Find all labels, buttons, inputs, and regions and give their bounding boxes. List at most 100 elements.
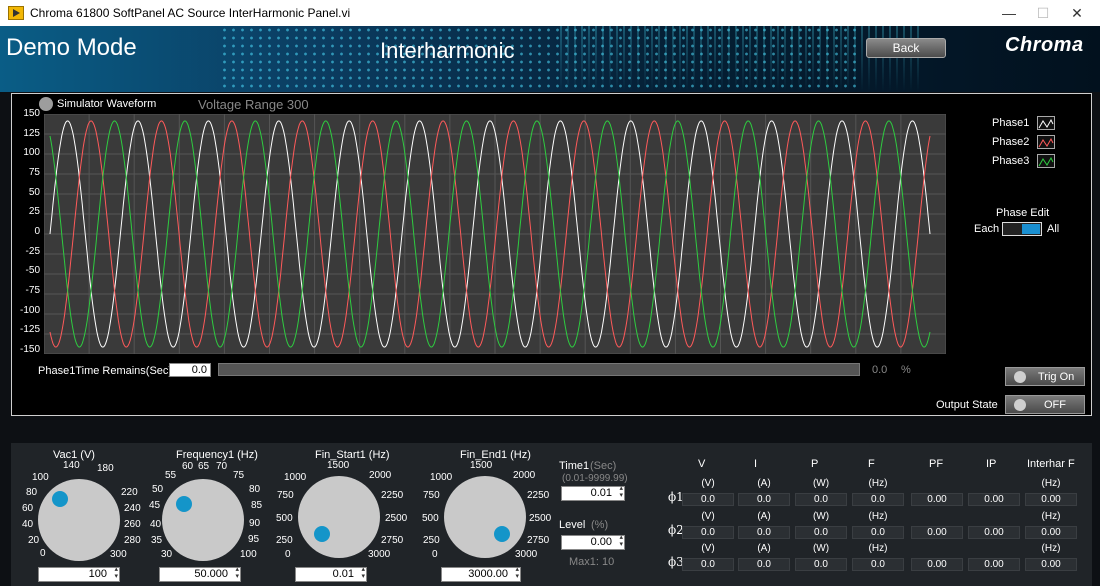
knob-scale-label: 55 — [165, 470, 177, 481]
level-unit: (%) — [591, 519, 609, 531]
knob-scale-label: 20 — [28, 535, 40, 546]
legend-swatch-phase2[interactable] — [1037, 135, 1055, 149]
back-button[interactable]: Back — [866, 38, 946, 58]
knob-scale-label: 80 — [249, 484, 261, 495]
output-led — [1014, 399, 1026, 411]
y-tick-label: 0 — [34, 226, 40, 237]
knob-scale-label: 2000 — [513, 470, 536, 481]
time-remains-progress-bar — [218, 363, 860, 376]
meas-header: F — [868, 458, 875, 470]
knob-scale-label: 300 — [110, 549, 127, 560]
output-state-value: OFF — [1044, 399, 1066, 411]
fin-start-numeric-input[interactable]: 0.01 — [295, 566, 367, 582]
time-remains-value: 0.0 — [169, 363, 211, 377]
time1-label: Time1 — [559, 460, 590, 472]
meas-value: 0.0 — [738, 558, 790, 571]
knob-scale-label: 60 — [22, 503, 34, 514]
frequency-numeric-input[interactable]: 50.000 — [159, 566, 241, 582]
knob-scale-label: 250 — [276, 535, 293, 546]
window-titlebar: Chroma 61800 SoftPanel AC Source InterHa… — [0, 0, 1100, 26]
time-remains-percent: 0.0 — [872, 364, 888, 376]
knob-scale-label: 1000 — [284, 472, 307, 483]
knob-scale-label: 180 — [97, 463, 114, 474]
phase-edit-toggle[interactable] — [1002, 222, 1042, 236]
y-tick-label: -75 — [25, 285, 40, 296]
meas-value: 0.0 — [738, 493, 790, 506]
y-tick-label: 125 — [23, 127, 40, 139]
y-tick-label: -50 — [25, 265, 40, 277]
knob-scale-label: 100 — [32, 472, 49, 483]
phase-edit-each-label: Each — [974, 223, 1000, 235]
knob-scale-label: 90 — [249, 518, 261, 529]
knob-scale-label: 240 — [124, 503, 141, 514]
knob-scale-label: 280 — [124, 535, 141, 546]
trig-on-button[interactable]: Trig On — [1005, 367, 1085, 386]
frequency-knob-label: Frequency1 (Hz) — [176, 449, 258, 461]
fin-end-knob[interactable] — [444, 476, 526, 558]
level-input[interactable]: 0.00 — [561, 534, 625, 550]
knob-scale-label: 0 — [285, 549, 291, 560]
knob-scale-label: 750 — [423, 490, 440, 501]
voltage-range-label: Voltage Range 300 — [198, 97, 309, 112]
labview-app-icon — [8, 6, 24, 20]
y-tick-label: -100 — [19, 304, 40, 316]
demo-mode-label: Demo Mode — [6, 34, 137, 61]
meas-value: 0.0 — [795, 558, 847, 571]
meas-header: V — [698, 458, 706, 470]
frequency-knob[interactable] — [162, 479, 244, 561]
knob-scale-label: 750 — [277, 490, 294, 501]
meas-value: 0.00 — [911, 493, 963, 506]
knob-scale-label: 1500 — [327, 460, 350, 471]
y-tick-label: 50 — [28, 186, 40, 198]
output-state-label: Output State — [936, 399, 998, 411]
meas-value: 0.0 — [682, 493, 734, 506]
level-label: Level — [559, 519, 586, 531]
time1-range: (0.01-9999.99) — [562, 473, 628, 484]
time1-input[interactable]: 0.01 — [561, 485, 625, 501]
percent-unit: % — [901, 364, 911, 376]
knob-scale-label: 85 — [251, 500, 263, 511]
y-tick-label: -25 — [25, 245, 40, 257]
knob-scale-label: 2250 — [527, 490, 550, 501]
simulator-waveform-led[interactable] — [39, 97, 53, 111]
knob-scale-label: 250 — [423, 535, 440, 546]
vac-numeric-input[interactable]: 100 — [38, 566, 120, 582]
knob-scale-label: 2250 — [381, 490, 404, 501]
fin-start-knob-indicator — [314, 526, 330, 542]
knob-scale-label: 2500 — [529, 513, 552, 524]
knob-scale-label: 0 — [432, 549, 438, 560]
legend-swatch-phase1[interactable] — [1037, 116, 1055, 130]
meas-value: 0.0 — [795, 493, 847, 506]
meas-unit: (V) — [701, 511, 715, 522]
fin-start-knob[interactable] — [298, 476, 380, 558]
knob-scale-label: 50 — [152, 484, 164, 495]
fin-end-numeric-input[interactable]: 3000.00 — [441, 566, 521, 582]
close-button[interactable]: ✕ — [1054, 0, 1100, 26]
knob-scale-label: 2750 — [527, 535, 550, 546]
meas-header: P — [811, 458, 819, 470]
meas-unit: (W) — [812, 543, 830, 554]
meas-header: PF — [929, 458, 944, 470]
frequency-knob-indicator — [176, 496, 192, 512]
window-title: Chroma 61800 SoftPanel AC Source InterHa… — [30, 6, 351, 20]
header-banner — [0, 26, 1100, 92]
page-title: Interharmonic — [380, 38, 515, 63]
knob-scale-label: 140 — [63, 460, 80, 471]
meas-value: 0.00 — [911, 526, 963, 539]
meas-value: 0.00 — [911, 558, 963, 571]
meas-value: 0.00 — [1025, 526, 1077, 539]
meas-unit: (W) — [812, 511, 830, 522]
meas-value: 0.0 — [795, 526, 847, 539]
output-toggle-button[interactable]: OFF — [1005, 395, 1085, 414]
vac-knob[interactable] — [38, 479, 120, 561]
level-max: Max1: 10 — [569, 556, 615, 568]
legend-swatch-phase3[interactable] — [1037, 154, 1055, 168]
waveform-graph[interactable] — [44, 114, 946, 354]
meas-value: 0.00 — [968, 493, 1020, 506]
knob-scale-label: 40 — [22, 519, 34, 530]
y-tick-label: -125 — [19, 324, 40, 336]
meas-unit: (A) — [757, 478, 771, 489]
phase-edit-all-label: All — [1047, 223, 1060, 235]
legend-label-phase1: Phase1 — [992, 117, 1030, 129]
meas-unit: (V) — [701, 543, 715, 554]
